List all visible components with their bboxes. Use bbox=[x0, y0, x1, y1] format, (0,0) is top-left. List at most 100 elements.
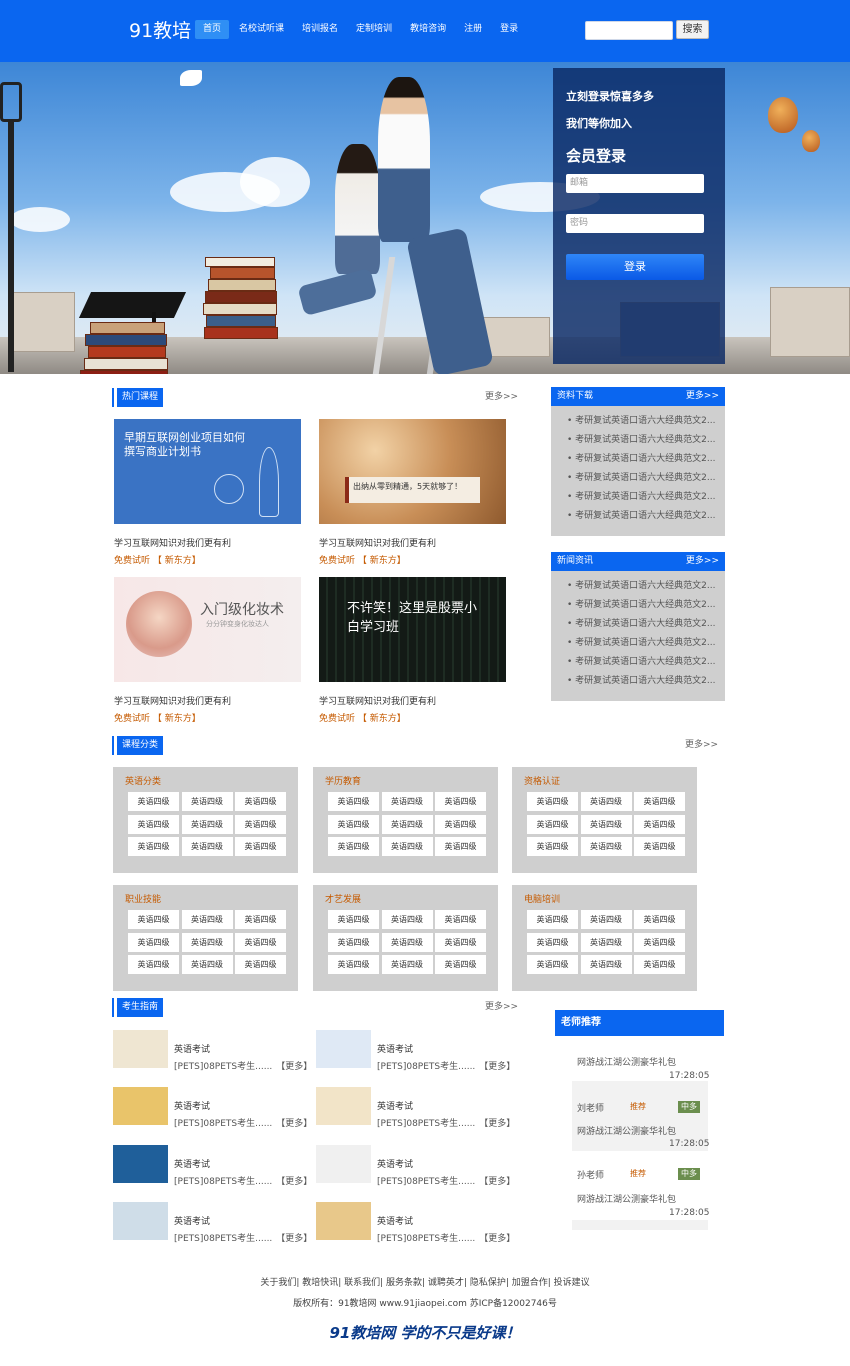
guide-thumbnail[interactable] bbox=[316, 1202, 371, 1240]
teacher-news[interactable]: 网游战江湖公测豪华礼包 bbox=[577, 1055, 676, 1068]
guide-item-desc[interactable]: [PETS]08PETS考生...... 【更多】 bbox=[174, 1174, 312, 1187]
category-link[interactable]: 英语四级 bbox=[235, 955, 286, 974]
nav-enroll[interactable]: 培训报名 bbox=[294, 20, 346, 39]
category-link[interactable]: 英语四级 bbox=[435, 910, 486, 929]
teacher-news[interactable]: 网游战江湖公测豪华礼包 bbox=[577, 1192, 676, 1205]
guide-item-title[interactable]: 英语考试 bbox=[174, 1099, 210, 1112]
course-caption[interactable]: 学习互联网知识对我们更有利 bbox=[319, 536, 436, 549]
category-link[interactable]: 英语四级 bbox=[634, 955, 685, 974]
list-item[interactable]: • 考研复试英语口语六大经典范文2... bbox=[551, 450, 725, 469]
list-item[interactable]: • 考研复试英语口语六大经典范文2... bbox=[551, 672, 725, 691]
categories-more-link[interactable]: 更多>> bbox=[685, 737, 718, 750]
list-item[interactable]: • 考研复试英语口语六大经典范文2... bbox=[551, 596, 725, 615]
guide-thumbnail[interactable] bbox=[113, 1087, 168, 1125]
guide-more-link[interactable]: 【更多】 bbox=[479, 1062, 515, 1072]
category-link[interactable]: 英语四级 bbox=[435, 955, 486, 974]
guide-more-link[interactable]: 【更多】 bbox=[479, 1177, 515, 1187]
category-heading[interactable]: 资格认证 bbox=[524, 774, 560, 787]
category-link[interactable]: 英语四级 bbox=[580, 955, 632, 974]
category-link[interactable]: 英语四级 bbox=[328, 932, 379, 952]
list-item[interactable]: • 考研复试英语口语六大经典范文2... bbox=[551, 412, 725, 431]
teacher-name[interactable]: 刘老师 bbox=[577, 1101, 604, 1114]
category-link[interactable]: 英语四级 bbox=[435, 814, 486, 834]
course-caption[interactable]: 学习互联网知识对我们更有利 bbox=[114, 694, 231, 707]
category-link[interactable]: 英语四级 bbox=[235, 910, 286, 929]
guide-thumbnail[interactable] bbox=[113, 1030, 168, 1068]
category-link[interactable]: 英语四级 bbox=[580, 792, 632, 811]
category-heading[interactable]: 学历教育 bbox=[325, 774, 361, 787]
search-input[interactable] bbox=[585, 21, 673, 40]
guide-item-desc[interactable]: [PETS]08PETS考生...... 【更多】 bbox=[174, 1059, 312, 1072]
category-link[interactable]: 英语四级 bbox=[235, 837, 286, 856]
guide-item-desc[interactable]: [PETS]08PETS考生...... 【更多】 bbox=[377, 1059, 515, 1072]
guide-more-link[interactable]: 【更多】 bbox=[276, 1177, 312, 1187]
course-free[interactable]: 免费试听 【 新东方】 bbox=[319, 711, 406, 724]
course-free[interactable]: 免费试听 【 新东方】 bbox=[114, 711, 201, 724]
category-link[interactable]: 英语四级 bbox=[328, 955, 379, 974]
category-link[interactable]: 英语四级 bbox=[328, 792, 379, 811]
list-item[interactable]: • 考研复试英语口语六大经典范文2... bbox=[551, 577, 725, 596]
category-link[interactable]: 英语四级 bbox=[381, 792, 433, 811]
list-item[interactable]: • 考研复试英语口语六大经典范文2... bbox=[551, 507, 725, 526]
guide-thumbnail[interactable] bbox=[113, 1202, 168, 1240]
teacher-news[interactable]: 网游战江湖公测豪华礼包 bbox=[577, 1124, 676, 1137]
category-link[interactable]: 英语四级 bbox=[235, 932, 286, 952]
nav-trial[interactable]: 名校试听课 bbox=[231, 20, 292, 39]
category-link[interactable]: 英语四级 bbox=[527, 910, 578, 929]
category-link[interactable]: 英语四级 bbox=[381, 910, 433, 929]
category-link[interactable]: 英语四级 bbox=[128, 955, 179, 974]
category-link[interactable]: 英语四级 bbox=[128, 814, 179, 834]
guide-item-desc[interactable]: [PETS]08PETS考生...... 【更多】 bbox=[174, 1231, 312, 1244]
nav-custom[interactable]: 定制培训 bbox=[348, 20, 400, 39]
list-item[interactable]: • 考研复试英语口语六大经典范文2... bbox=[551, 431, 725, 450]
nav-login[interactable]: 登录 bbox=[492, 20, 526, 39]
category-link[interactable]: 英语四级 bbox=[181, 837, 233, 856]
guide-item-desc[interactable]: [PETS]08PETS考生...... 【更多】 bbox=[377, 1116, 515, 1129]
site-logo[interactable]: 91教培 bbox=[129, 16, 191, 43]
category-link[interactable]: 英语四级 bbox=[328, 814, 379, 834]
list-item[interactable]: • 考研复试英语口语六大经典范文2... bbox=[551, 615, 725, 634]
course-caption[interactable]: 学习互联网知识对我们更有利 bbox=[319, 694, 436, 707]
course-image[interactable]: 不许笑！这里是股票小白学习班 bbox=[319, 577, 506, 682]
guide-item-desc[interactable]: [PETS]08PETS考生...... 【更多】 bbox=[377, 1174, 515, 1187]
guide-more-link[interactable]: 【更多】 bbox=[276, 1119, 312, 1129]
search-button[interactable]: 搜索 bbox=[676, 20, 709, 39]
category-link[interactable]: 英语四级 bbox=[634, 792, 685, 811]
teacher-name[interactable]: 孙老师 bbox=[577, 1168, 604, 1181]
guide-thumbnail[interactable] bbox=[316, 1030, 371, 1068]
list-item[interactable]: • 考研复试英语口语六大经典范文2... bbox=[551, 488, 725, 507]
category-link[interactable]: 英语四级 bbox=[128, 792, 179, 811]
guide-item-desc[interactable]: [PETS]08PETS考生...... 【更多】 bbox=[377, 1231, 515, 1244]
downloads-more-link[interactable]: 更多>> bbox=[686, 387, 719, 406]
list-item[interactable]: • 考研复试英语口语六大经典范文2... bbox=[551, 653, 725, 672]
category-link[interactable]: 英语四级 bbox=[527, 814, 578, 834]
footer-links[interactable]: 关于我们| 教培快讯| 联系我们| 服务条款| 诚聘英才| 隐私保护| 加盟合作… bbox=[0, 1275, 850, 1288]
category-link[interactable]: 英语四级 bbox=[634, 932, 685, 952]
category-link[interactable]: 英语四级 bbox=[328, 910, 379, 929]
category-link[interactable]: 英语四级 bbox=[381, 955, 433, 974]
guide-item-title[interactable]: 英语考试 bbox=[377, 1099, 413, 1112]
category-link[interactable]: 英语四级 bbox=[580, 837, 632, 856]
course-free[interactable]: 免费试听 【 新东方】 bbox=[114, 553, 201, 566]
category-link[interactable]: 英语四级 bbox=[181, 792, 233, 811]
guide-more-link[interactable]: 【更多】 bbox=[479, 1119, 515, 1129]
category-heading[interactable]: 职业技能 bbox=[125, 892, 161, 905]
category-link[interactable]: 英语四级 bbox=[580, 910, 632, 929]
guide-more-link[interactable]: 【更多】 bbox=[479, 1234, 515, 1244]
course-free[interactable]: 免费试听 【 新东方】 bbox=[319, 553, 406, 566]
category-link[interactable]: 英语四级 bbox=[181, 910, 233, 929]
guide-thumbnail[interactable] bbox=[316, 1145, 371, 1183]
category-link[interactable]: 英语四级 bbox=[181, 814, 233, 834]
guide-more-link[interactable]: 【更多】 bbox=[276, 1062, 312, 1072]
category-link[interactable]: 英语四级 bbox=[128, 910, 179, 929]
category-heading[interactable]: 电脑培训 bbox=[524, 892, 560, 905]
category-link[interactable]: 英语四级 bbox=[435, 837, 486, 856]
category-link[interactable]: 英语四级 bbox=[381, 837, 433, 856]
list-item[interactable]: • 考研复试英语口语六大经典范文2... bbox=[551, 634, 725, 653]
category-link[interactable]: 英语四级 bbox=[381, 932, 433, 952]
guide-item-title[interactable]: 英语考试 bbox=[377, 1157, 413, 1170]
category-link[interactable]: 英语四级 bbox=[634, 910, 685, 929]
guide-thumbnail[interactable] bbox=[316, 1087, 371, 1125]
category-link[interactable]: 英语四级 bbox=[435, 792, 486, 811]
guide-item-desc[interactable]: [PETS]08PETS考生...... 【更多】 bbox=[174, 1116, 312, 1129]
